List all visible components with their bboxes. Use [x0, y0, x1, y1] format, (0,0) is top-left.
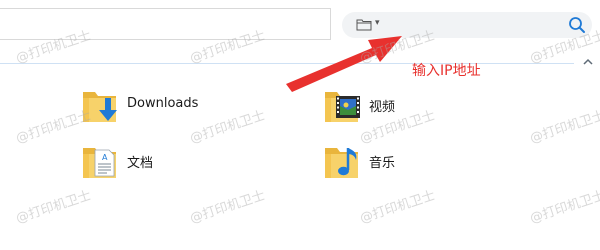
folder-downloads[interactable]: Downloads	[80, 84, 280, 128]
chevron-up-icon[interactable]	[582, 57, 594, 67]
watermark-text: @打印机卫士	[528, 188, 600, 227]
svg-text:A: A	[102, 153, 108, 162]
folder-label: 视频	[369, 100, 396, 115]
documents-folder-icon: A	[83, 148, 116, 178]
music-folder-icon	[325, 148, 358, 178]
downloads-folder-icon	[83, 92, 117, 122]
folder-music[interactable]: 音乐	[322, 140, 522, 184]
watermark-text: @打印机卫士	[358, 188, 438, 227]
watermark-text: @打印机卫士	[188, 188, 268, 227]
folder-documents[interactable]: A 文档	[80, 140, 280, 184]
watermark-text: @打印机卫士	[14, 188, 94, 227]
annotation-text: 输入IP地址	[412, 63, 481, 79]
folder-label: Downloads	[127, 96, 199, 111]
search-icon[interactable]	[568, 16, 586, 34]
videos-folder-icon	[325, 92, 360, 122]
file-explorer-window: ▾ 输入IP地址 Downloads 视频 A 文档 音乐 @打印机卫士 @打印…	[0, 0, 600, 250]
folder-label: 文档	[127, 156, 154, 171]
folder-videos[interactable]: 视频	[322, 84, 522, 128]
watermark-text: @打印机卫士	[528, 108, 600, 147]
folder-label: 音乐	[369, 156, 396, 171]
